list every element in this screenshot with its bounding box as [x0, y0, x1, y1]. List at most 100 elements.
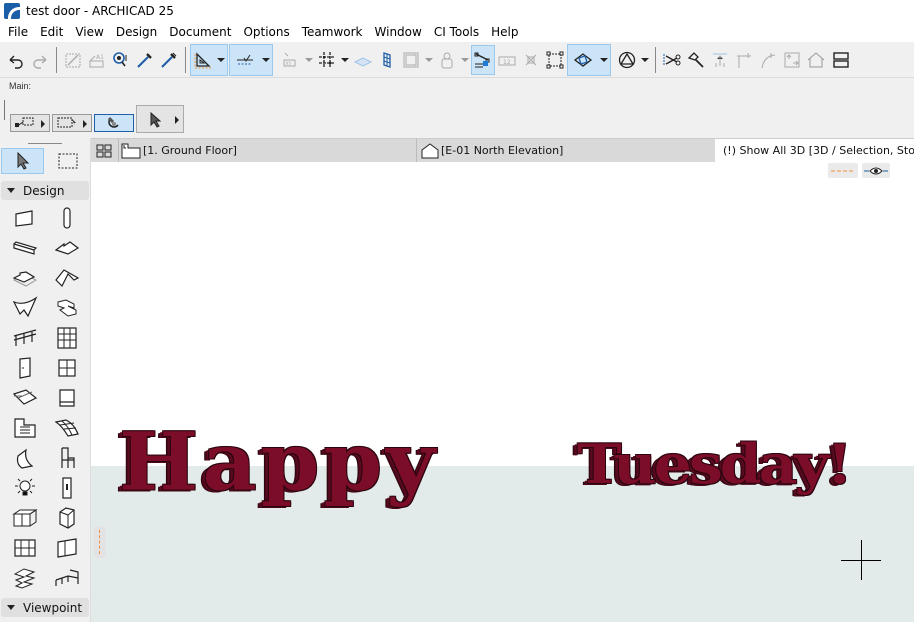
3d-text-happy[interactable]: Happy — [119, 414, 439, 508]
3d-text-tuesday[interactable]: Tuesday! — [577, 434, 853, 497]
relative-construction-dropdown[interactable] — [303, 45, 315, 75]
snap-guides-button[interactable] — [230, 45, 260, 75]
sun-dropdown[interactable] — [639, 45, 651, 75]
menu-edit[interactable]: Edit — [34, 25, 69, 39]
find-select-button[interactable] — [109, 45, 133, 75]
menu-file[interactable]: File — [2, 25, 34, 39]
dimension-button[interactable]: 12 — [495, 45, 519, 75]
guide-lines-button[interactable] — [191, 45, 215, 75]
marquee-3d-button[interactable] — [568, 45, 598, 75]
stair-tool[interactable] — [46, 293, 88, 323]
view-frame-dropdown[interactable] — [423, 45, 435, 75]
curve-button[interactable] — [756, 45, 780, 75]
morph-tool[interactable] — [4, 443, 46, 473]
label-button[interactable]: A1 — [85, 45, 109, 75]
stair-assembly-icon — [13, 568, 36, 589]
menu-help[interactable]: Help — [485, 25, 524, 39]
elevate-button[interactable] — [708, 45, 732, 75]
syringe-icon — [161, 52, 177, 68]
menu-design[interactable]: Design — [110, 25, 163, 39]
renovation-button[interactable] — [435, 45, 459, 75]
beam-tool[interactable] — [4, 233, 46, 263]
layer-plane-button[interactable] — [351, 45, 375, 75]
polygon-select-mode-button[interactable] — [10, 114, 50, 132]
door-tool[interactable] — [4, 353, 46, 383]
switch-tool[interactable] — [46, 473, 88, 503]
panel-tool[interactable] — [46, 533, 88, 563]
stair-assembly-tool[interactable] — [4, 563, 46, 593]
magnet-mode-button[interactable] — [94, 114, 134, 132]
curtain-wall-tool[interactable] — [46, 323, 88, 353]
split-button[interactable] — [660, 45, 684, 75]
guide-lines-dropdown[interactable] — [215, 45, 227, 75]
railing-segment-tool[interactable] — [46, 563, 88, 593]
window-tool[interactable] — [46, 353, 88, 383]
corner-window-tool[interactable] — [46, 383, 88, 413]
undo-button[interactable] — [4, 45, 28, 75]
menu-window[interactable]: Window — [369, 25, 428, 39]
group-button[interactable] — [543, 45, 567, 75]
fix-button[interactable] — [519, 45, 543, 75]
eyedropper-button[interactable] — [133, 45, 157, 75]
slab-tool[interactable] — [46, 233, 88, 263]
tab-overview-button[interactable] — [91, 139, 119, 162]
renovation-dropdown[interactable] — [459, 45, 471, 75]
syringe-button[interactable] — [157, 45, 181, 75]
mesh-tool[interactable] — [46, 413, 88, 443]
menu-options[interactable]: Options — [237, 25, 295, 39]
marquee-outline-chip[interactable] — [828, 163, 858, 178]
collapse-triangle-icon — [7, 188, 15, 193]
redo-button[interactable] — [28, 45, 52, 75]
view-frame-button[interactable] — [399, 45, 423, 75]
marquee-select-mode-button[interactable] — [52, 114, 92, 132]
marquee-3d-group — [567, 43, 611, 76]
marquee-tool[interactable] — [48, 148, 88, 174]
tab-ground-floor[interactable]: [1. Ground Floor] — [119, 139, 417, 162]
trace-button[interactable] — [471, 44, 495, 75]
info-box-grip[interactable] — [4, 100, 5, 120]
menu-teamwork[interactable]: Teamwork — [296, 25, 369, 39]
tab-north-elevation[interactable]: [E-01 North Elevation] — [417, 139, 715, 162]
magic-wand-button[interactable] — [61, 45, 85, 75]
shell-icon — [55, 269, 80, 288]
mesh-roof-tool[interactable] — [4, 293, 46, 323]
zone-tool[interactable] — [4, 413, 46, 443]
menu-ci-tools[interactable]: CI Tools — [428, 25, 485, 39]
column-tool[interactable] — [46, 203, 88, 233]
arrow-tool[interactable] — [1, 148, 44, 174]
fillet-button[interactable] — [732, 45, 756, 75]
tab-3d-view[interactable]: (!) Show All 3D [3D / Selection, Sto — [715, 139, 914, 162]
side-navigator-chip[interactable] — [94, 526, 106, 558]
grid-snap-dropdown[interactable] — [339, 45, 351, 75]
cabinet-tool[interactable] — [4, 503, 46, 533]
roof-slab-tool[interactable] — [4, 263, 46, 293]
menu-view[interactable]: View — [69, 25, 109, 39]
design-section-header[interactable]: Design — [1, 181, 89, 200]
3d-viewport[interactable]: Happy Tuesday! — [91, 162, 914, 622]
menu-document[interactable]: Document — [163, 25, 237, 39]
offset-button[interactable] — [780, 45, 804, 75]
roof-button[interactable] — [804, 45, 828, 75]
snap-guides-dropdown[interactable] — [260, 45, 272, 75]
grid-snap-button[interactable] — [315, 45, 339, 75]
more-button[interactable] — [828, 45, 852, 75]
adjust-button[interactable] — [684, 45, 708, 75]
skylight-tool[interactable] — [4, 383, 46, 413]
sun-button[interactable] — [615, 45, 639, 75]
3d-window-button[interactable] — [375, 45, 399, 75]
toolbox-grip[interactable] — [28, 143, 62, 144]
crosshair-cursor — [841, 540, 881, 580]
railing-tool[interactable] — [4, 323, 46, 353]
railing-icon — [13, 329, 37, 346]
visibility-chip[interactable] — [862, 163, 890, 178]
appliance-tool[interactable] — [46, 503, 88, 533]
wall-tool[interactable] — [4, 203, 46, 233]
pointer-tool-button[interactable] — [136, 105, 184, 133]
shell-tool[interactable] — [46, 263, 88, 293]
lamp-tool[interactable] — [4, 473, 46, 503]
marquee-3d-dropdown[interactable] — [598, 45, 610, 75]
wall-end-tool[interactable] — [4, 533, 46, 563]
object-tool[interactable] — [46, 443, 88, 473]
relative-construction-button[interactable]: XY — [279, 45, 303, 75]
viewpoint-section-header[interactable]: Viewpoint — [1, 598, 89, 617]
